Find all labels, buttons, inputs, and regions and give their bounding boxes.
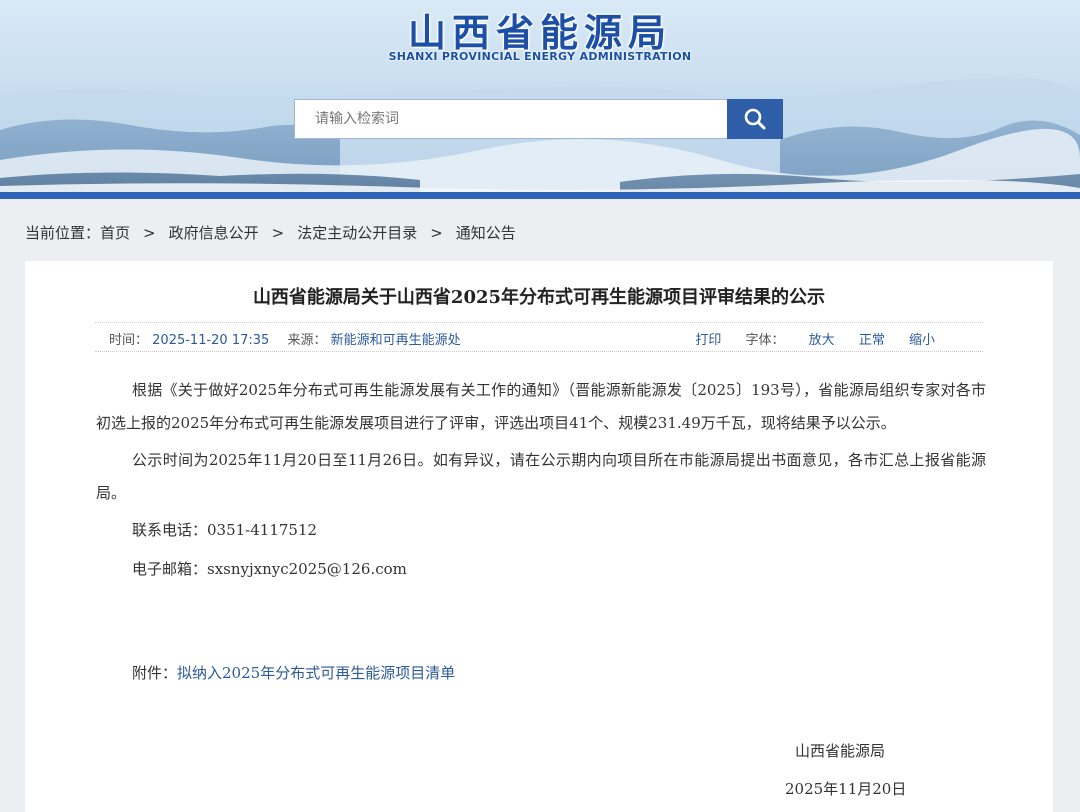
- font-large-button[interactable]: 放大: [809, 333, 835, 348]
- article-card: 山西省能源局关于山西省2025年分布式可再生能源项目评审结果的公示 时间： 20…: [25, 261, 1053, 812]
- article-meta-bar: 时间： 2025-11-20 17:35 来源： 新能源和可再生能源处 打印 字…: [95, 322, 983, 352]
- search-button[interactable]: [727, 99, 783, 139]
- article-title: 山西省能源局关于山西省2025年分布式可再生能源项目评审结果的公示: [252, 287, 826, 308]
- breadcrumb-notices[interactable]: 通知公告: [456, 222, 516, 243]
- font-size-label: 字体：: [745, 333, 785, 348]
- signature-date: 2025年11月20日: [785, 780, 907, 798]
- search-icon: [744, 108, 766, 130]
- search-field[interactable]: [294, 99, 728, 139]
- breadcrumb: 当前位置： 首页 > 政府信息公开 > 法定主动公开目录 > 通知公告: [25, 222, 516, 243]
- site-logo-title[interactable]: 山西省能源局: [0, 2, 1080, 57]
- breadcrumb-separator: >: [430, 223, 443, 242]
- font-small-button[interactable]: 缩小: [909, 333, 935, 348]
- breadcrumb-gov-info[interactable]: 政府信息公开: [169, 222, 259, 243]
- search-input[interactable]: [315, 111, 727, 127]
- breadcrumb-separator: >: [143, 223, 156, 242]
- source-label: 来源：: [287, 333, 327, 348]
- attachment-link[interactable]: 拟纳入2025年分布式可再生能源项目清单: [177, 664, 455, 682]
- attachment-row: 附件：拟纳入2025年分布式可再生能源项目清单: [132, 662, 455, 683]
- article-body: 根据《关于做好2025年分布式可再生能源发展有关工作的通知》（晋能源新能源发〔2…: [96, 374, 986, 586]
- site-logo-subtitle: SHANXI PROVINCIAL ENERGY ADMINISTRATION: [388, 50, 692, 63]
- publish-time: 2025-11-20 17:35: [152, 333, 270, 348]
- breadcrumb-catalog[interactable]: 法定主动公开目录: [297, 222, 417, 243]
- attachment-label: 附件：: [132, 664, 178, 682]
- body-paragraph: 公示时间为2025年11月20日至11月26日。如有异议，请在公示期内向项目所在…: [96, 451, 986, 502]
- signature-org: 山西省能源局: [795, 742, 886, 760]
- header-divider-bar: [0, 192, 1080, 199]
- font-normal-button[interactable]: 正常: [859, 333, 885, 348]
- body-paragraph: 根据《关于做好2025年分布式可再生能源发展有关工作的通知》（晋能源新能源发〔2…: [96, 381, 986, 432]
- breadcrumb-prefix: 当前位置：: [25, 224, 101, 242]
- contact-email: 电子邮箱：sxsnyjxnyc2025@126.com: [132, 560, 407, 578]
- breadcrumb-home[interactable]: 首页: [100, 222, 130, 243]
- time-label: 时间：: [109, 333, 149, 348]
- contact-phone: 联系电话：0351-4117512: [132, 521, 318, 539]
- breadcrumb-separator: >: [271, 223, 285, 242]
- header-banner: 山西省能源局 SHANXI PROVINCIAL ENERGY ADMINIST…: [0, 0, 1080, 199]
- article-source: 新能源和可再生能源处: [330, 333, 461, 348]
- print-button[interactable]: 打印: [695, 333, 721, 348]
